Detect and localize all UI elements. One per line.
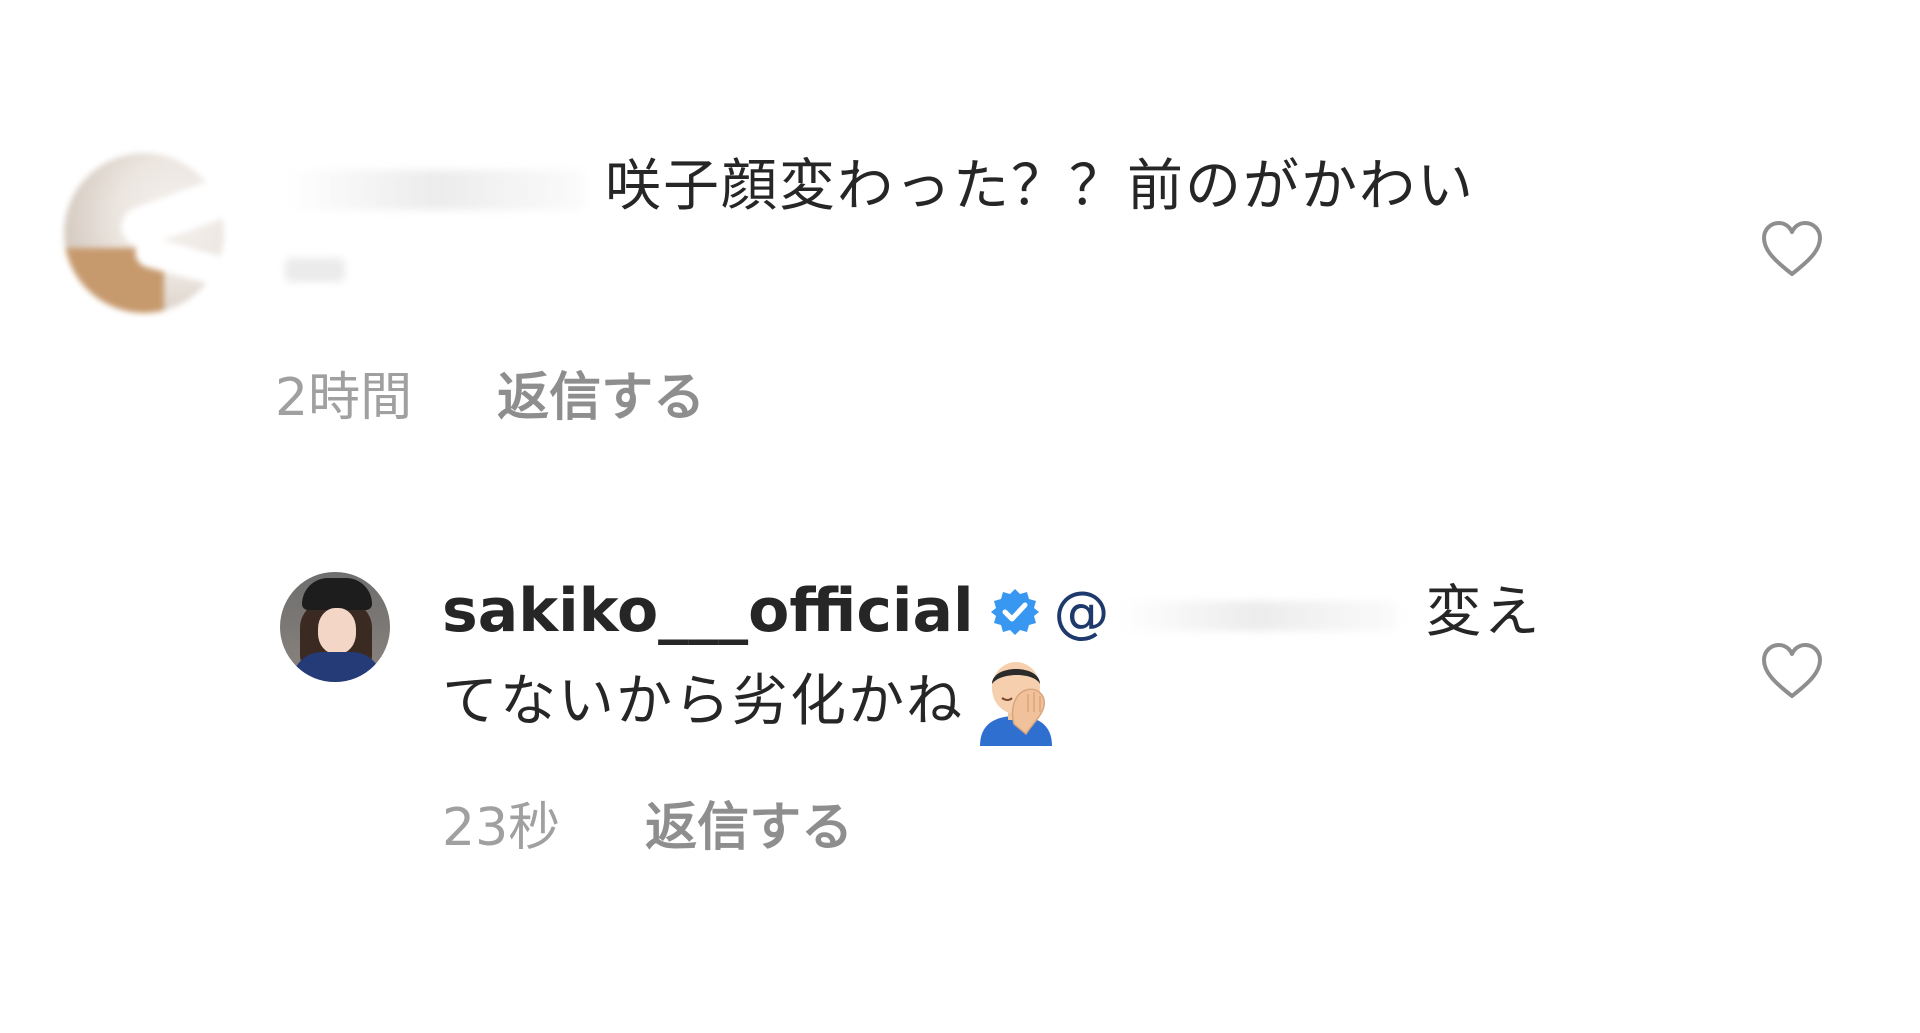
reply-meta: 23秒 返信する xyxy=(442,785,853,860)
reply-timestamp: 23秒 xyxy=(442,798,561,858)
reply-text-block: sakiko___official @ 変え てないから劣化かね xyxy=(442,570,1692,746)
reply-username[interactable]: sakiko___official xyxy=(442,576,974,646)
reply-button[interactable]: 返信する xyxy=(645,785,853,860)
reply-text-line2: てないから劣化かね xyxy=(442,669,964,734)
avatar-image-part xyxy=(318,608,356,654)
reply-comment-item: sakiko___official @ 変え てないから劣化かね 23秒 返信する xyxy=(0,0,1920,1033)
comments-page: 咲子顔変わった？？前のがかわい 2時間 返信する sakiko___offici… xyxy=(0,0,1920,1033)
avatar-image-part xyxy=(292,652,382,682)
verified-badge-icon xyxy=(990,589,1039,635)
facepalm-emoji-icon xyxy=(980,662,1052,746)
redacted-mention xyxy=(1117,600,1398,631)
reply-text-line1: 変え xyxy=(1425,580,1542,645)
heart-outline-icon[interactable] xyxy=(1760,642,1824,700)
avatar-image-part xyxy=(302,578,372,610)
mention-link[interactable]: @ xyxy=(1054,580,1112,645)
reply-avatar[interactable] xyxy=(280,572,390,682)
